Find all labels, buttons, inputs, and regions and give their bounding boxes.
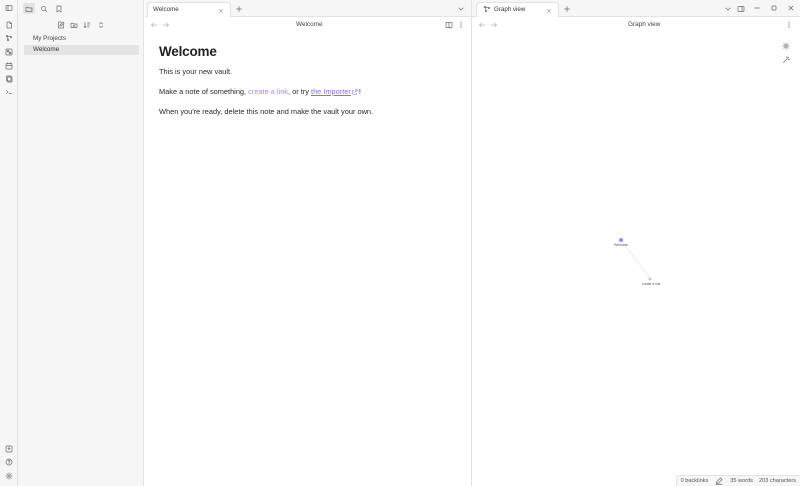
status-bar: 0 backlinks 35 words 203 characters xyxy=(675,475,800,486)
new-note-icon[interactable] xyxy=(56,20,66,30)
back-arrow-icon[interactable] xyxy=(149,20,159,30)
new-tab-icon[interactable] xyxy=(562,4,572,14)
new-folder-icon[interactable] xyxy=(69,20,79,30)
tab-label: Welcome xyxy=(153,6,179,13)
command-palette-icon[interactable] xyxy=(4,87,14,97)
backlinks-count[interactable]: 0 backlinks xyxy=(681,478,709,484)
edit-mode-pencil-icon[interactable] xyxy=(714,476,724,486)
search-tab[interactable] xyxy=(38,3,50,14)
search-icon xyxy=(39,4,49,14)
graph-node-label: create a link xyxy=(642,282,661,286)
tab-list-chevron-down-icon[interactable] xyxy=(723,4,733,14)
graph-node-create-a-link[interactable] xyxy=(648,277,652,281)
close-icon[interactable] xyxy=(216,6,226,16)
collapse-all-icon[interactable] xyxy=(96,20,106,30)
note-paragraph-2: Make a note of something, create a link,… xyxy=(159,87,459,96)
note-text: , or try xyxy=(288,87,312,96)
canvas-icon[interactable] xyxy=(4,47,14,57)
graph-view-icon[interactable] xyxy=(4,33,14,43)
more-options-icon[interactable] xyxy=(456,20,466,30)
daily-note-icon[interactable] xyxy=(4,61,14,71)
view-title: Graph view xyxy=(628,21,661,28)
folder-icon xyxy=(24,4,34,14)
sort-icon[interactable] xyxy=(82,20,92,30)
note-text: ! xyxy=(358,87,361,96)
note-paragraph-1: This is your new vault. xyxy=(159,67,459,76)
open-vault-icon[interactable] xyxy=(4,444,14,454)
file-explorer-sidebar: My Projects Welcome xyxy=(18,0,144,486)
note-text: This is your new vault. xyxy=(159,67,233,76)
help-icon[interactable] xyxy=(4,457,14,467)
maximize-icon[interactable] xyxy=(769,3,779,13)
toggle-sidebar-icon[interactable] xyxy=(4,3,14,13)
tab-label: Graph view xyxy=(494,6,526,13)
window-close-icon[interactable] xyxy=(786,3,796,13)
forward-arrow-icon[interactable] xyxy=(161,20,171,30)
close-icon[interactable] xyxy=(544,6,554,16)
external-link-icon xyxy=(352,89,358,95)
tab-graph-view[interactable]: Graph view xyxy=(476,2,559,17)
left-tab-strip: Welcome xyxy=(145,0,471,17)
bookmark-icon xyxy=(54,4,64,14)
note-text: Make a note of something, xyxy=(159,87,249,96)
open-quick-switcher-icon[interactable] xyxy=(4,20,14,30)
folder-my-projects[interactable]: My Projects xyxy=(33,35,66,42)
tab-welcome[interactable]: Welcome xyxy=(147,2,231,17)
right-tab-strip: Graph view xyxy=(472,0,800,17)
tab-list-chevron-down-icon[interactable] xyxy=(456,4,466,14)
note-paragraph-3: When you're ready, delete this note and … xyxy=(159,107,459,116)
external-link-importer[interactable]: the Importer xyxy=(311,87,351,96)
word-count: 35 words xyxy=(730,478,753,484)
note-text: When you're ready, delete this note and … xyxy=(159,107,374,116)
files-tab[interactable] xyxy=(23,3,35,14)
graph-node-welcome[interactable] xyxy=(619,238,623,242)
new-tab-icon[interactable] xyxy=(234,4,244,14)
internal-link-create-a-link[interactable]: create a link xyxy=(248,87,288,96)
file-welcome[interactable]: Welcome xyxy=(24,45,139,55)
templates-icon[interactable] xyxy=(4,74,14,84)
graph-node-label: Welcome xyxy=(614,243,629,247)
graph-canvas[interactable] xyxy=(472,30,800,475)
toggle-right-sidebar-icon[interactable] xyxy=(736,4,746,14)
note-heading: Welcome xyxy=(159,44,217,59)
left-ribbon xyxy=(0,0,18,486)
view-title: Welcome xyxy=(296,21,323,28)
character-count: 203 characters xyxy=(758,478,796,484)
forward-arrow-icon[interactable] xyxy=(489,20,499,30)
graph-icon xyxy=(482,4,492,14)
settings-gear-icon[interactable] xyxy=(4,471,14,481)
more-options-icon[interactable] xyxy=(784,20,794,30)
back-arrow-icon[interactable] xyxy=(477,20,487,30)
minimize-icon[interactable] xyxy=(752,3,762,13)
note-content[interactable]: Welcome This is your new vault. Make a n… xyxy=(159,44,459,127)
bookmarks-tab[interactable] xyxy=(53,3,65,14)
reading-view-book-icon[interactable] xyxy=(444,20,454,30)
